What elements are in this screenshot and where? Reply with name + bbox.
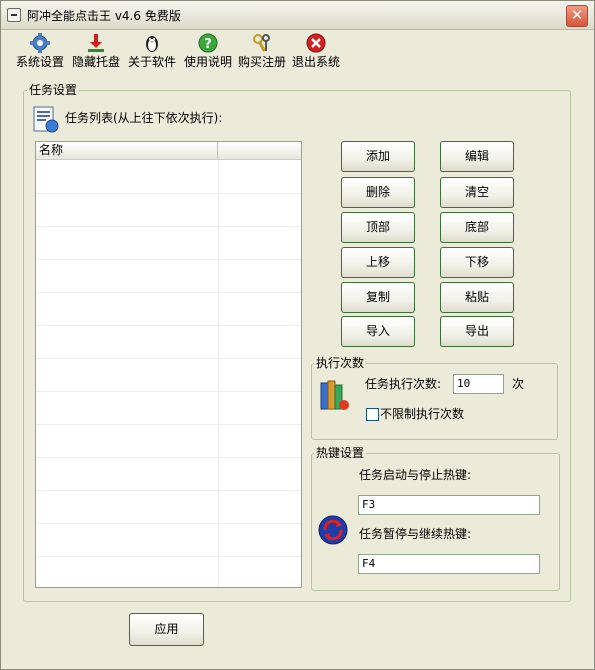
keys-icon bbox=[253, 34, 270, 52]
task-settings-legend: 任务设置 bbox=[27, 83, 80, 97]
table-row bbox=[36, 523, 301, 557]
toolbar-label: 购买注册 bbox=[237, 55, 286, 69]
close-button[interactable]: ✕ bbox=[566, 5, 588, 27]
move-top-button[interactable]: 顶部 bbox=[341, 212, 415, 243]
refresh-hotkey-icon bbox=[318, 515, 348, 545]
start-stop-hotkey-field[interactable]: F3 bbox=[358, 495, 540, 515]
penguin-icon bbox=[146, 36, 158, 52]
toolbar-label: 使用说明 bbox=[183, 55, 232, 69]
start-stop-hotkey-label: 任务启动与停止热键: bbox=[359, 468, 472, 482]
copy-button[interactable]: 复制 bbox=[341, 282, 415, 313]
execution-count-input[interactable]: 10 bbox=[453, 374, 504, 394]
clear-button[interactable]: 清空 bbox=[440, 177, 514, 208]
task-list-caption: 任务列表(从上往下依次执行): bbox=[65, 111, 223, 125]
paste-button[interactable]: 粘贴 bbox=[440, 282, 514, 313]
task-list-header: 名称 bbox=[36, 142, 301, 160]
table-row bbox=[36, 226, 301, 260]
execution-count-unit: 次 bbox=[512, 377, 525, 391]
pause-resume-hotkey-field[interactable]: F4 bbox=[358, 554, 540, 574]
table-row bbox=[36, 457, 301, 491]
pause-resume-hotkey-label: 任务暂停与继续热键: bbox=[359, 527, 472, 541]
table-row bbox=[36, 490, 301, 524]
gear-icon bbox=[30, 33, 50, 53]
svg-text:?: ? bbox=[204, 37, 212, 52]
import-button[interactable]: 导入 bbox=[341, 316, 415, 347]
toolbar-label: 退出系统 bbox=[291, 55, 340, 69]
table-row bbox=[36, 358, 301, 392]
table-row bbox=[36, 325, 301, 359]
hotkey-legend: 热键设置 bbox=[314, 446, 367, 460]
move-up-button[interactable]: 上移 bbox=[341, 247, 415, 278]
table-row bbox=[36, 391, 301, 425]
table-row bbox=[36, 424, 301, 458]
download-icon bbox=[88, 34, 104, 52]
table-row bbox=[36, 259, 301, 293]
help-icon: ? bbox=[198, 33, 218, 53]
task-list-icon bbox=[33, 106, 59, 133]
toolbar-label: 隐藏托盘 bbox=[71, 55, 120, 69]
execution-count-legend: 执行次数 bbox=[314, 356, 367, 370]
books-icon bbox=[320, 380, 349, 410]
toolbar-system-settings-button[interactable]: 系统设置 bbox=[15, 33, 65, 71]
toolbar-exit-button[interactable]: 退出系统 bbox=[291, 33, 341, 71]
window-title: 阿冲全能点击王 v4.6 免费版 bbox=[27, 9, 181, 23]
column-header-extra[interactable] bbox=[218, 142, 301, 159]
edit-button[interactable]: 编辑 bbox=[440, 141, 514, 172]
table-row bbox=[36, 193, 301, 227]
unlimited-checkbox[interactable] bbox=[366, 408, 379, 421]
toolbar-hide-tray-button[interactable]: 隐藏托盘 bbox=[71, 33, 121, 71]
unlimited-checkbox-label[interactable]: 不限制执行次数 bbox=[380, 407, 464, 421]
toolbar-register-button[interactable]: 购买注册 bbox=[237, 33, 287, 71]
table-row bbox=[36, 160, 301, 194]
move-bottom-button[interactable]: 底部 bbox=[440, 212, 514, 243]
column-header-name[interactable]: 名称 bbox=[36, 142, 218, 159]
move-down-button[interactable]: 下移 bbox=[440, 247, 514, 278]
apply-button[interactable]: 应用 bbox=[129, 613, 204, 646]
toolbar-label: 关于软件 bbox=[127, 55, 176, 69]
table-row bbox=[36, 292, 301, 326]
execution-count-label: 任务执行次数: bbox=[365, 377, 442, 391]
exit-icon bbox=[306, 33, 326, 53]
toolbar-help-button[interactable]: ? 使用说明 bbox=[183, 33, 233, 71]
toolbar: 系统设置 隐藏托盘 关于软件 ? 使用说明 购买注册 退出系统 bbox=[1, 30, 594, 72]
main-window: 阿冲全能点击王 v4.6 免费版 ✕ 系统设置 隐藏托盘 关于软件 ? 使用说明… bbox=[0, 0, 595, 670]
export-button[interactable]: 导出 bbox=[440, 316, 514, 347]
system-menu-icon[interactable] bbox=[7, 8, 21, 22]
table-row bbox=[36, 556, 301, 587]
add-button[interactable]: 添加 bbox=[341, 141, 415, 172]
delete-button[interactable]: 删除 bbox=[341, 177, 415, 208]
title-bar: 阿冲全能点击王 v4.6 免费版 ✕ bbox=[1, 1, 594, 30]
toolbar-about-button[interactable]: 关于软件 bbox=[127, 33, 177, 71]
task-list[interactable]: 名称 bbox=[35, 141, 302, 588]
toolbar-label: 系统设置 bbox=[15, 55, 64, 69]
